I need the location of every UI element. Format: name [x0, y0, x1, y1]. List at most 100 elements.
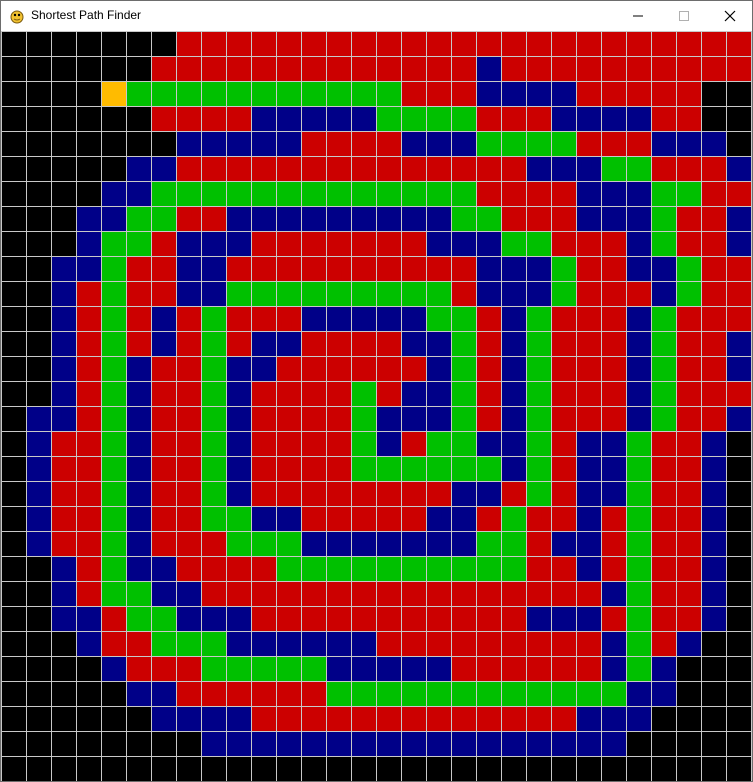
grid-cell-path[interactable]: [352, 407, 376, 431]
grid-cell-frontier[interactable]: [502, 432, 526, 456]
grid-cell-empty[interactable]: [27, 132, 51, 156]
grid-cell-empty[interactable]: [77, 132, 101, 156]
grid-cell-path[interactable]: [377, 107, 401, 131]
grid-cell-empty[interactable]: [2, 282, 26, 306]
grid-cell-visited[interactable]: [152, 657, 176, 681]
grid-cell-path[interactable]: [452, 182, 476, 206]
grid-cell-path[interactable]: [177, 182, 201, 206]
grid-cell-visited[interactable]: [377, 332, 401, 356]
grid-cell-frontier[interactable]: [677, 632, 701, 656]
grid-cell-visited[interactable]: [727, 182, 751, 206]
grid-cell-visited[interactable]: [427, 57, 451, 81]
grid-cell-frontier[interactable]: [577, 482, 601, 506]
grid-cell-visited[interactable]: [327, 582, 351, 606]
grid-cell-frontier[interactable]: [52, 382, 76, 406]
grid-cell-frontier[interactable]: [127, 382, 151, 406]
grid-cell-visited[interactable]: [577, 582, 601, 606]
grid-cell-visited[interactable]: [602, 407, 626, 431]
grid-cell-path[interactable]: [277, 282, 301, 306]
grid-cell-visited[interactable]: [527, 207, 551, 231]
grid-cell-frontier[interactable]: [452, 507, 476, 531]
grid-cell-frontier[interactable]: [727, 332, 751, 356]
grid-cell-visited[interactable]: [727, 57, 751, 81]
grid-cell-visited[interactable]: [477, 307, 501, 331]
grid-cell-frontier[interactable]: [177, 707, 201, 731]
grid-cell-visited[interactable]: [577, 407, 601, 431]
grid-cell-empty[interactable]: [727, 132, 751, 156]
grid-cell-visited[interactable]: [602, 557, 626, 581]
grid-cell-frontier[interactable]: [577, 607, 601, 631]
grid-cell-path[interactable]: [202, 657, 226, 681]
grid-cell-frontier[interactable]: [427, 207, 451, 231]
grid-cell-path[interactable]: [552, 257, 576, 281]
grid-cell-frontier[interactable]: [152, 582, 176, 606]
grid-cell-frontier[interactable]: [452, 232, 476, 256]
grid-cell-empty[interactable]: [77, 107, 101, 131]
grid-cell-visited[interactable]: [652, 57, 676, 81]
grid-cell-visited[interactable]: [352, 707, 376, 731]
grid-cell-frontier[interactable]: [577, 207, 601, 231]
grid-cell-visited[interactable]: [52, 507, 76, 531]
grid-cell-empty[interactable]: [652, 757, 676, 781]
grid-cell-frontier[interactable]: [477, 57, 501, 81]
grid-cell-visited[interactable]: [627, 282, 651, 306]
grid-cell-visited[interactable]: [252, 457, 276, 481]
grid-cell-visited[interactable]: [402, 507, 426, 531]
grid-cell-frontier[interactable]: [277, 332, 301, 356]
grid-cell-frontier[interactable]: [627, 682, 651, 706]
grid-cell-empty[interactable]: [2, 332, 26, 356]
grid-cell-frontier[interactable]: [127, 357, 151, 381]
grid-cell-visited[interactable]: [552, 657, 576, 681]
grid-cell-empty[interactable]: [52, 682, 76, 706]
grid-cell-frontier[interactable]: [527, 157, 551, 181]
grid-cell-frontier[interactable]: [702, 482, 726, 506]
grid-cell-empty[interactable]: [152, 732, 176, 756]
grid-cell-visited[interactable]: [327, 607, 351, 631]
grid-cell-empty[interactable]: [702, 757, 726, 781]
grid-cell-visited[interactable]: [402, 582, 426, 606]
grid-cell-frontier[interactable]: [602, 182, 626, 206]
grid-cell-visited[interactable]: [177, 507, 201, 531]
grid-cell-visited[interactable]: [727, 382, 751, 406]
grid-cell-path[interactable]: [602, 157, 626, 181]
grid-cell-empty[interactable]: [52, 132, 76, 156]
grid-cell-path[interactable]: [427, 432, 451, 456]
grid-cell-frontier[interactable]: [402, 407, 426, 431]
grid-cell-path[interactable]: [502, 682, 526, 706]
grid-cell-visited[interactable]: [302, 332, 326, 356]
grid-cell-empty[interactable]: [727, 657, 751, 681]
grid-cell-visited[interactable]: [127, 657, 151, 681]
grid-cell-visited[interactable]: [377, 707, 401, 731]
grid-cell-frontier[interactable]: [127, 432, 151, 456]
grid-cell-empty[interactable]: [302, 757, 326, 781]
grid-cell-visited[interactable]: [377, 582, 401, 606]
grid-cell-frontier[interactable]: [227, 207, 251, 231]
grid-cell-visited[interactable]: [352, 357, 376, 381]
grid-cell-path[interactable]: [102, 482, 126, 506]
grid-cell-visited[interactable]: [477, 357, 501, 381]
grid-cell-visited[interactable]: [277, 432, 301, 456]
grid-cell-empty[interactable]: [202, 757, 226, 781]
grid-cell-frontier[interactable]: [77, 632, 101, 656]
grid-cell-visited[interactable]: [52, 432, 76, 456]
grid-cell-visited[interactable]: [327, 432, 351, 456]
grid-cell-frontier[interactable]: [452, 132, 476, 156]
grid-cell-visited[interactable]: [252, 32, 276, 56]
grid-cell-frontier[interactable]: [302, 107, 326, 131]
grid-cell-frontier[interactable]: [27, 482, 51, 506]
grid-cell-visited[interactable]: [402, 632, 426, 656]
grid-cell-empty[interactable]: [2, 657, 26, 681]
grid-cell-visited[interactable]: [677, 207, 701, 231]
grid-cell-empty[interactable]: [77, 82, 101, 106]
grid-cell-visited[interactable]: [377, 32, 401, 56]
grid-cell-path[interactable]: [627, 157, 651, 181]
grid-cell-visited[interactable]: [727, 32, 751, 56]
grid-cell-path[interactable]: [652, 307, 676, 331]
grid-cell-path[interactable]: [327, 557, 351, 581]
grid-cell-frontier[interactable]: [202, 132, 226, 156]
grid-cell-visited[interactable]: [227, 157, 251, 181]
grid-cell-empty[interactable]: [77, 732, 101, 756]
grid-cell-visited[interactable]: [577, 282, 601, 306]
grid-cell-visited[interactable]: [152, 407, 176, 431]
grid-cell-path[interactable]: [627, 532, 651, 556]
